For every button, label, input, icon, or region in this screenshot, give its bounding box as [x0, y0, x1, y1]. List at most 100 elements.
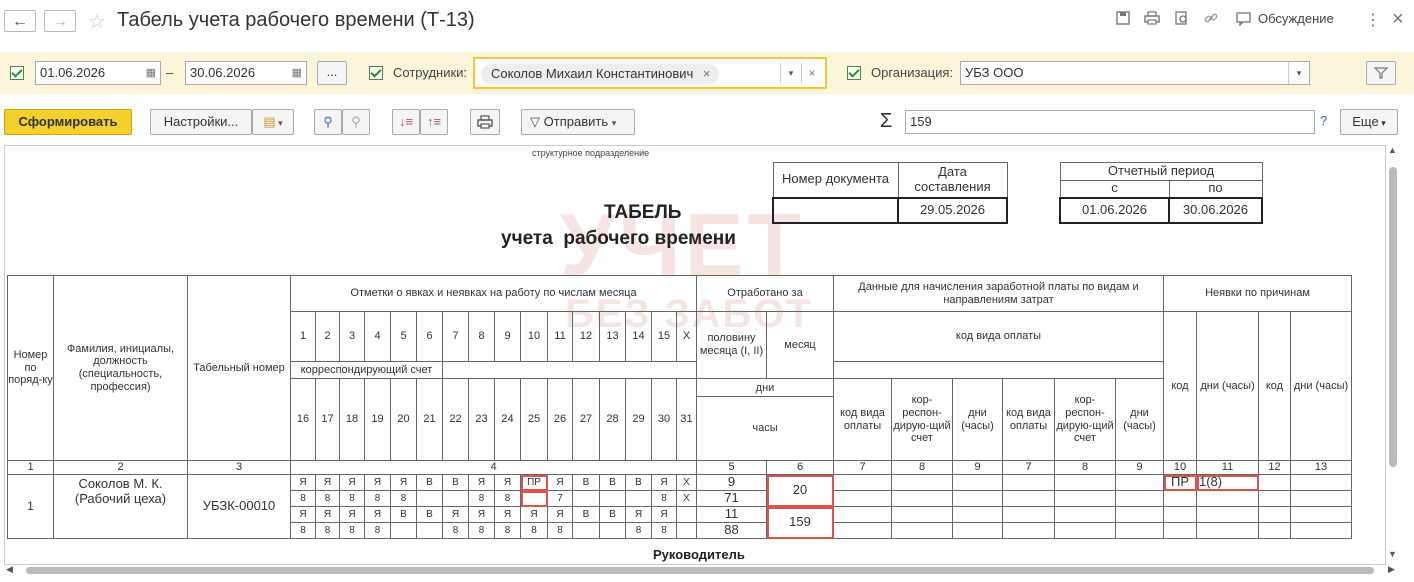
vertical-scrollbar[interactable]: ▲ ▼: [1386, 145, 1400, 563]
day-header-cell: X: [676, 311, 697, 362]
period-checkbox[interactable]: [10, 66, 24, 80]
sort-desc-icon: ↓≡: [398, 114, 414, 129]
link-icon[interactable]: [1204, 11, 1218, 30]
discussion-label: Обсуждение: [1258, 11, 1334, 26]
dropdown-arrow-icon[interactable]: ▾: [780, 63, 801, 83]
period-table: Отчетный период с по 01.06.2026 30.06.20…: [1059, 162, 1263, 224]
half2-days: 11: [696, 506, 767, 523]
day-header-cell: 31: [676, 378, 697, 461]
date-to-value: 30.06.2026: [190, 65, 256, 80]
pay-cell: [952, 522, 1003, 539]
expand-groups-button[interactable]: ↑≡: [420, 109, 448, 135]
header-name: Фамилия, инициалы, должность (специально…: [53, 275, 188, 461]
day-header-cell: 13: [599, 311, 626, 362]
column-number-cell: 4: [290, 460, 697, 475]
header-account: корреспондирующий счет: [290, 361, 443, 379]
title-bar: ← → ☆ Табель учета рабочего времени (Т-1…: [0, 0, 1414, 44]
help-icon[interactable]: ?: [1320, 113, 1327, 128]
organization-value: УБЗ ООО: [965, 65, 1024, 80]
pay-cell: [1002, 474, 1055, 491]
period-header: Отчетный период: [1059, 162, 1263, 181]
horizontal-scroll-thumb[interactable]: [26, 567, 1374, 574]
period-select-button[interactable]: ...: [317, 61, 347, 85]
search-clear-button[interactable]: ⚲: [342, 109, 370, 135]
clear-icon[interactable]: ×: [801, 63, 822, 83]
header-absence-days-1: дни (часы): [1196, 311, 1259, 461]
generate-button[interactable]: Сформировать: [4, 109, 132, 135]
forward-button[interactable]: →: [44, 10, 76, 32]
collapse-groups-button[interactable]: ↓≡: [392, 109, 420, 135]
calendar-icon[interactable]: ▦: [146, 62, 156, 84]
save-icon[interactable]: [1116, 11, 1130, 30]
close-icon[interactable]: ×: [1392, 8, 1404, 31]
more-button[interactable]: Еще ▾: [1340, 109, 1398, 135]
sigma-icon: Σ: [880, 110, 893, 132]
print-icon: [477, 115, 493, 129]
sum-field[interactable]: 159: [905, 110, 1315, 134]
scroll-down-icon[interactable]: ▼: [1388, 549, 1397, 559]
dropdown-arrow-icon[interactable]: ▾: [1288, 62, 1309, 84]
variants-button[interactable]: ▤ ▾: [252, 109, 294, 135]
print-icon[interactable]: [1144, 11, 1160, 30]
hours-cell: 8: [390, 490, 417, 507]
star-icon[interactable]: ☆: [88, 9, 106, 34]
filter-button[interactable]: [1366, 61, 1396, 85]
print-button[interactable]: [470, 109, 500, 135]
day-header-cell: 18: [339, 378, 365, 461]
mark-cell: Я: [494, 474, 521, 491]
scroll-right-icon[interactable]: ▶: [1388, 564, 1395, 575]
mark-cell: Я: [520, 506, 548, 523]
scroll-up-icon[interactable]: ▲: [1388, 145, 1397, 155]
day-header-cell: 19: [364, 378, 391, 461]
date-from-field[interactable]: 01.06.2026 ▦: [35, 61, 161, 85]
day-header-cell: 7: [442, 311, 469, 362]
employee-tab-number: УБЗК-00010: [187, 474, 291, 539]
preview-icon[interactable]: [1175, 11, 1189, 30]
vertical-scroll-thumb[interactable]: [1389, 167, 1397, 467]
employees-checkbox[interactable]: [369, 66, 383, 80]
mark-cell: Я: [390, 474, 417, 491]
employees-field[interactable]: Соколов Михаил Константинович × ▾ ×: [473, 57, 827, 89]
pay-cell: [1115, 506, 1164, 523]
send-button[interactable]: ▽ Отправить ▾: [521, 109, 635, 135]
day-header-cell: 5: [390, 311, 417, 362]
pay-cell: [1002, 506, 1055, 523]
date-to-field[interactable]: 30.06.2026 ▦: [185, 61, 307, 85]
scroll-left-icon[interactable]: ◀: [6, 564, 13, 575]
employee-chip[interactable]: Соколов Михаил Константинович ×: [481, 64, 719, 84]
search-button[interactable]: ⚲: [314, 109, 342, 135]
mark-cell: Я: [442, 506, 469, 523]
day-header-cell: 26: [547, 378, 573, 461]
horizontal-scrollbar[interactable]: ◀ ▶: [4, 564, 1400, 576]
day-header-cell: 4: [364, 311, 391, 362]
header-tab-number: Табельный номер: [187, 275, 291, 461]
period-to-value: 30.06.2026: [1168, 196, 1263, 224]
column-number-cell: 9: [952, 460, 1003, 475]
day-header-cell: 2: [315, 311, 340, 362]
half2-hours: 88: [696, 522, 767, 539]
day-header-cell: 22: [442, 378, 469, 461]
footer-signature: Руководитель: [653, 547, 745, 562]
pay-cell: [1163, 506, 1197, 523]
more-menu-icon[interactable]: ⋮: [1365, 10, 1381, 30]
discussion-button[interactable]: Обсуждение: [1236, 11, 1334, 31]
calendar-icon[interactable]: ▦: [292, 62, 302, 84]
organization-checkbox[interactable]: [847, 66, 861, 80]
header-acc-1: кор-респон-дирую-щий счет: [891, 378, 953, 461]
back-button[interactable]: ←: [4, 10, 36, 32]
pay-cell: [1115, 522, 1164, 539]
employees-label: Сотрудники:: [393, 65, 468, 80]
hours-cell: 8: [290, 490, 316, 507]
hours-cell: 7: [547, 490, 573, 507]
settings-button[interactable]: Настройки...: [150, 109, 252, 135]
day-header-cell: 11: [547, 311, 573, 362]
remove-chip-icon[interactable]: ×: [703, 66, 711, 81]
employee-name: Соколов М. К. (Рабочий цеха): [53, 474, 188, 539]
mark-cell: Я: [315, 506, 340, 523]
hours-cell: [416, 490, 443, 507]
day-header-cell: 6: [416, 311, 443, 362]
pay-cell: [1290, 506, 1352, 523]
organization-field[interactable]: УБЗ ООО ▾: [960, 61, 1310, 85]
doc-number-value: [772, 196, 899, 224]
pay-cell: [1163, 522, 1197, 539]
